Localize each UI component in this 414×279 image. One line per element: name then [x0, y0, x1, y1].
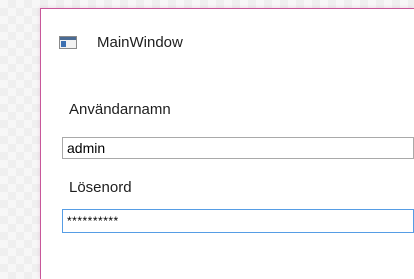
main-window: MainWindow Användarnamn Lösenord	[40, 8, 414, 279]
window-title: MainWindow	[97, 34, 183, 51]
username-field[interactable]	[62, 137, 414, 159]
password-label: Lösenord	[69, 179, 132, 196]
app-window-icon	[59, 36, 77, 49]
title-bar[interactable]: MainWindow	[41, 9, 414, 71]
password-field[interactable]	[62, 209, 414, 233]
username-label: Användarnamn	[69, 101, 171, 118]
